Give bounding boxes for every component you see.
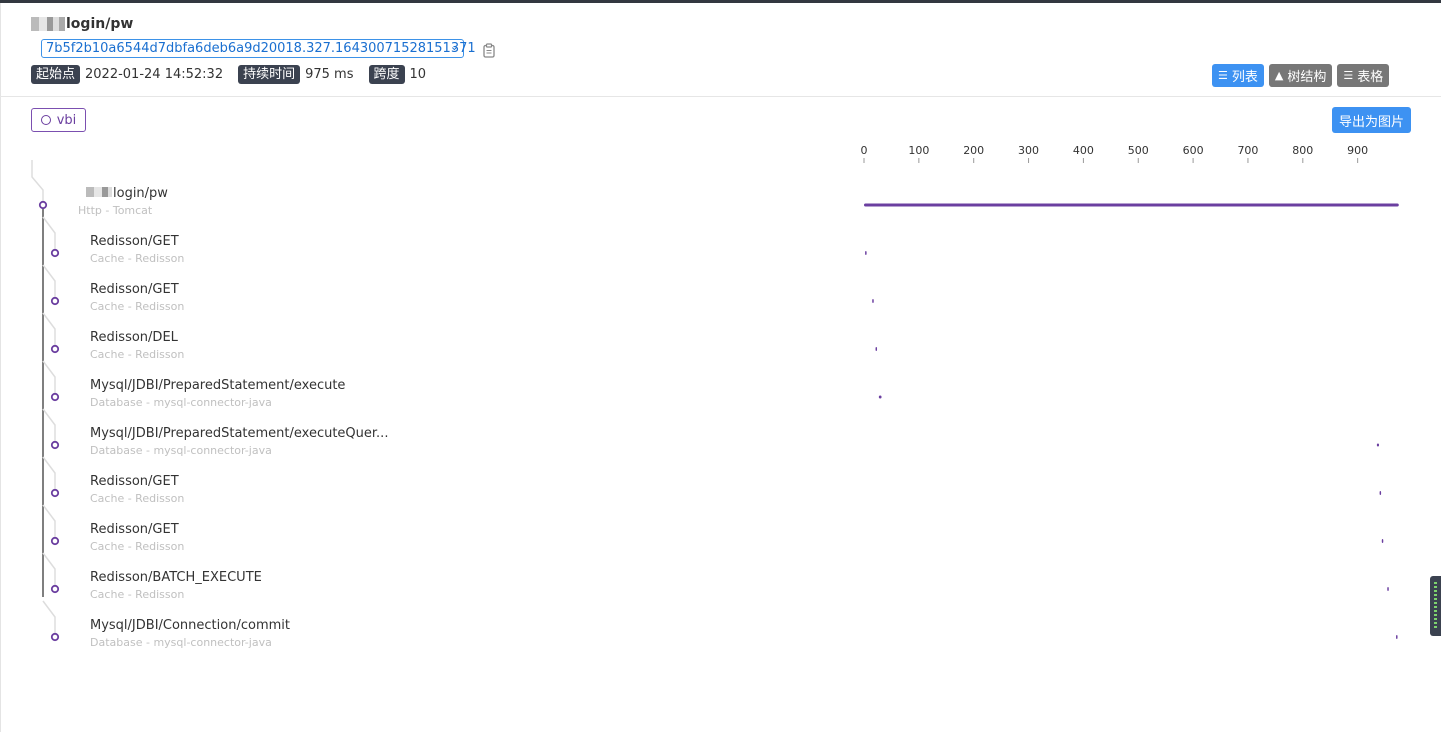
redacted-prefix: [86, 187, 112, 197]
span-name-text: Mysql/JDBI/PreparedStatement/executeQuer…: [90, 426, 389, 441]
span-component-type: Http - Tomcat: [78, 204, 153, 217]
span-duration-bar: [875, 347, 878, 351]
span-name-text: Redisson/GET: [90, 474, 179, 489]
tree-branch: [42, 360, 56, 397]
span-node-dot: [38, 200, 48, 210]
axis-tick-label: 500: [1128, 144, 1149, 157]
span-component-type: Cache - Redisson: [90, 252, 185, 265]
span-component-type: Cache - Redisson: [90, 540, 185, 553]
span-component-type: Database - mysql-connector-java: [90, 396, 272, 409]
span-row[interactable]: Redisson/GET Cache - Redisson: [90, 282, 184, 313]
span-duration-bar: [1376, 443, 1380, 447]
span-duration-bar: [1387, 587, 1389, 591]
span-name: Redisson/DEL: [90, 330, 184, 345]
axis-tick-label: 700: [1237, 144, 1258, 157]
tree-branch: [42, 504, 56, 541]
span-name: Mysql/JDBI/PreparedStatement/execute: [90, 378, 345, 393]
span-name: Redisson/GET: [90, 234, 184, 249]
span-name-text: Redisson/BATCH_EXECUTE: [90, 570, 262, 585]
tree-branch: [42, 456, 56, 493]
span-name: Redisson/GET: [90, 474, 184, 489]
span-row[interactable]: login/pw Http - Tomcat: [78, 186, 168, 217]
tree-branch: [42, 552, 56, 589]
span-component-type: Cache - Redisson: [90, 300, 185, 313]
span-row[interactable]: Redisson/GET Cache - Redisson: [90, 234, 184, 265]
span-duration-bar: [1396, 635, 1398, 639]
tree-branch: [42, 216, 56, 253]
span-node-dot: [50, 488, 60, 498]
span-duration-bar: [872, 299, 874, 303]
axis-tick-label: 300: [1018, 144, 1039, 157]
axis-tick-label: 900: [1347, 144, 1368, 157]
span-component-type: Database - mysql-connector-java: [90, 444, 272, 457]
axis-tick-label: 600: [1183, 144, 1204, 157]
span-row[interactable]: Redisson/GET Cache - Redisson: [90, 474, 184, 505]
span-name-text: Redisson/GET: [90, 522, 179, 537]
span-duration-bar: [1379, 491, 1382, 495]
span-duration-bar: [878, 395, 882, 399]
span-component-type: Database - mysql-connector-java: [90, 636, 272, 649]
axis-tick-label: 0: [861, 144, 868, 157]
span-node-dot: [50, 440, 60, 450]
tree-branch: [42, 312, 56, 349]
span-name: Redisson/GET: [90, 282, 184, 297]
span-name-text: Redisson/GET: [90, 282, 179, 297]
tree-branch: [42, 264, 56, 301]
span-name-text: Redisson/DEL: [90, 330, 178, 345]
span-node-dot: [50, 296, 60, 306]
span-duration-bar: [864, 203, 1399, 207]
span-row[interactable]: Mysql/JDBI/PreparedStatement/execute Data…: [90, 378, 345, 409]
span-name: Mysql/JDBI/Connection/commit: [90, 618, 290, 633]
span-row[interactable]: Mysql/JDBI/Connection/commit Database - m…: [90, 618, 290, 649]
tree-branch: [42, 600, 56, 637]
span-node-dot: [50, 632, 60, 642]
span-name-text: Mysql/JDBI/PreparedStatement/execute: [90, 378, 346, 393]
span-name-text: Redisson/GET: [90, 234, 179, 249]
span-node-dot: [50, 392, 60, 402]
span-row[interactable]: Redisson/BATCH_EXECUTE Cache - Redisson: [90, 570, 262, 601]
span-component-type: Cache - Redisson: [90, 348, 185, 361]
span-component-type: Cache - Redisson: [90, 492, 185, 505]
span-name-text: login/pw: [113, 186, 168, 201]
level-meter: [1434, 582, 1437, 630]
span-node-dot: [50, 536, 60, 546]
span-node-dot: [50, 248, 60, 258]
span-row[interactable]: Mysql/JDBI/PreparedStatement/executeQuer…: [90, 426, 388, 457]
span-name-text: Mysql/JDBI/Connection/commit: [90, 618, 290, 633]
span-node-dot: [50, 344, 60, 354]
axis-tick-label: 800: [1292, 144, 1313, 157]
axis-tick-label: 400: [1073, 144, 1094, 157]
span-component-type: Cache - Redisson: [90, 588, 185, 601]
side-widget[interactable]: [1430, 576, 1441, 636]
span-name: Mysql/JDBI/PreparedStatement/executeQuer…: [90, 426, 388, 441]
span-node-dot: [50, 584, 60, 594]
tree-connector: [31, 160, 44, 205]
span-row[interactable]: Redisson/GET Cache - Redisson: [90, 522, 184, 553]
span-name: login/pw: [78, 186, 168, 201]
span-row[interactable]: Redisson/DEL Cache - Redisson: [90, 330, 184, 361]
tree-branch: [42, 408, 56, 445]
span-name: Redisson/GET: [90, 522, 184, 537]
span-duration-bar: [865, 251, 867, 255]
span-name: Redisson/BATCH_EXECUTE: [90, 570, 262, 585]
axis-tick-label: 100: [908, 144, 929, 157]
axis-tick-label: 200: [963, 144, 984, 157]
span-duration-bar: [1381, 539, 1384, 543]
